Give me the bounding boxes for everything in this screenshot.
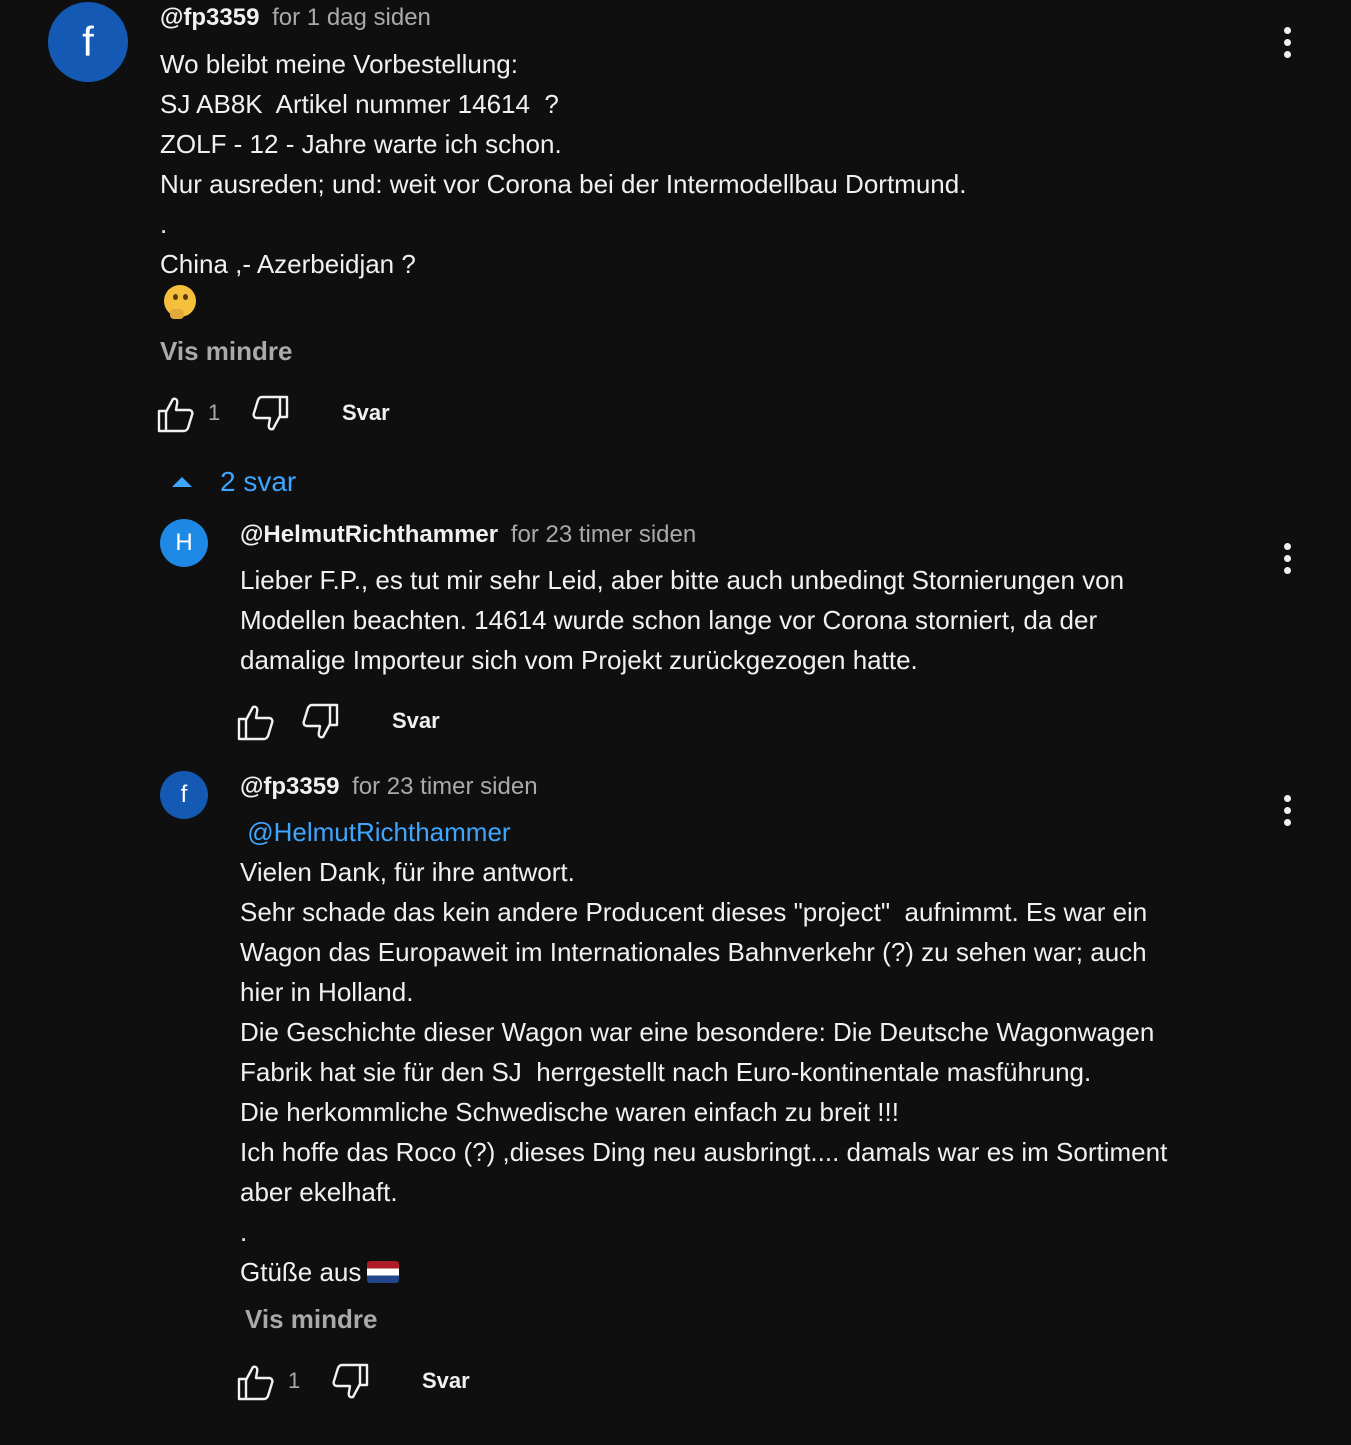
author-handle[interactable]: @fp3359 xyxy=(160,4,259,31)
replies-count-label: 2 svar xyxy=(220,466,297,497)
comment-line: ZOLF - 12 - Jahre warte ich schon. xyxy=(160,129,562,159)
reply-button[interactable]: Svar xyxy=(422,1368,470,1394)
show-less-button[interactable]: Vis mindre xyxy=(245,1304,377,1335)
comment-text: Lieber F.P., es tut mir sehr Leid, aber … xyxy=(240,560,1240,680)
thumbs-up-icon[interactable] xyxy=(236,702,276,742)
greeting-line: Gtüße aus xyxy=(240,1252,1250,1292)
author-handle[interactable]: @fp3359 xyxy=(240,773,339,800)
comment-line: China ,- Azerbeidjan ? xyxy=(160,249,416,279)
comment-actions: 1 Svar xyxy=(236,1362,496,1402)
mention-link[interactable]: @HelmutRichthammer xyxy=(247,817,510,847)
comment-header: @HelmutRichthammer for 23 timer siden xyxy=(240,521,696,549)
thumbs-up-icon[interactable] xyxy=(156,394,196,434)
like-count: 1 xyxy=(208,400,221,425)
more-options-button[interactable] xyxy=(1278,790,1298,830)
comments-page: f @fp3359 for 1 dag siden Wo bleibt mein… xyxy=(0,0,1351,1445)
timestamp[interactable]: for 23 timer siden xyxy=(352,773,537,800)
reply-button[interactable]: Svar xyxy=(342,400,390,426)
comment-line: Modellen beachten. 14614 wurde schon lan… xyxy=(240,605,1098,635)
thumbs-up-icon[interactable] xyxy=(236,1362,276,1402)
reply-button[interactable]: Svar xyxy=(392,708,440,734)
comment-actions: Svar xyxy=(236,702,476,742)
replies-toggle-button[interactable]: 2 svar xyxy=(172,462,296,502)
avatar[interactable]: f xyxy=(48,2,128,82)
comment-line: damalige Importeur sich vom Projekt zurü… xyxy=(240,645,918,675)
comment-line: Wo bleibt meine Vorbestellung: xyxy=(160,49,518,79)
avatar[interactable]: H xyxy=(160,519,208,567)
thumbs-down-icon[interactable] xyxy=(250,394,290,434)
more-options-button[interactable] xyxy=(1278,538,1298,578)
show-less-button[interactable]: Vis mindre xyxy=(160,336,292,367)
thinking-face-emoji-icon xyxy=(164,285,196,319)
comment-line: . xyxy=(240,1217,248,1247)
timestamp[interactable]: for 1 dag siden xyxy=(272,4,431,31)
comment-line: . xyxy=(160,209,168,239)
more-options-button[interactable] xyxy=(1278,22,1298,62)
like-count: 1 xyxy=(288,1368,301,1393)
comment-line: Ich hoffe das Roco (?) ,dieses Ding neu … xyxy=(240,1137,1168,1167)
comment-header: @fp3359 for 1 dag siden xyxy=(160,4,431,32)
comment-line: Die herkommliche Schwedische waren einfa… xyxy=(240,1097,899,1127)
comment-line: Lieber F.P., es tut mir sehr Leid, aber … xyxy=(240,565,1125,595)
comment-line: Sehr schade das kein andere Producent di… xyxy=(240,897,1148,927)
mention-line: @HelmutRichthammer xyxy=(240,812,1250,852)
comment-actions: 1 Svar xyxy=(156,394,416,434)
timestamp[interactable]: for 23 timer siden xyxy=(511,521,696,548)
comment-line: Fabrik hat sie für den SJ herrgestellt n… xyxy=(240,1057,1092,1087)
netherlands-flag-icon xyxy=(367,1261,400,1283)
greeting-text: Gtüße aus xyxy=(240,1257,362,1287)
avatar[interactable]: f xyxy=(160,771,208,819)
comment-line: hier in Holland. xyxy=(240,977,414,1007)
thumbs-down-icon[interactable] xyxy=(330,1362,370,1402)
comment-line: Nur ausreden; und: weit vor Corona bei d… xyxy=(160,169,967,199)
emoji-line xyxy=(160,284,1240,324)
caret-up-icon xyxy=(172,477,192,487)
comment-text: Wo bleibt meine Vorbestellung: SJ AB8K A… xyxy=(160,44,1240,324)
comment-line: aber ekelhaft. xyxy=(240,1177,398,1207)
comment-line: Wagon das Europaweit im Internationales … xyxy=(240,937,1147,967)
comment-line: Die Geschichte dieser Wagon war eine bes… xyxy=(240,1017,1155,1047)
comment-line: Vielen Dank, für ihre antwort. xyxy=(240,857,575,887)
author-handle[interactable]: @HelmutRichthammer xyxy=(240,521,498,548)
comment-line: SJ AB8K Artikel nummer 14614 ? xyxy=(160,89,559,119)
comment-header: @fp3359 for 23 timer siden xyxy=(240,773,538,801)
comment-text: @HelmutRichthammer Vielen Dank, für ihre… xyxy=(240,812,1250,1292)
thumbs-down-icon[interactable] xyxy=(300,702,340,742)
